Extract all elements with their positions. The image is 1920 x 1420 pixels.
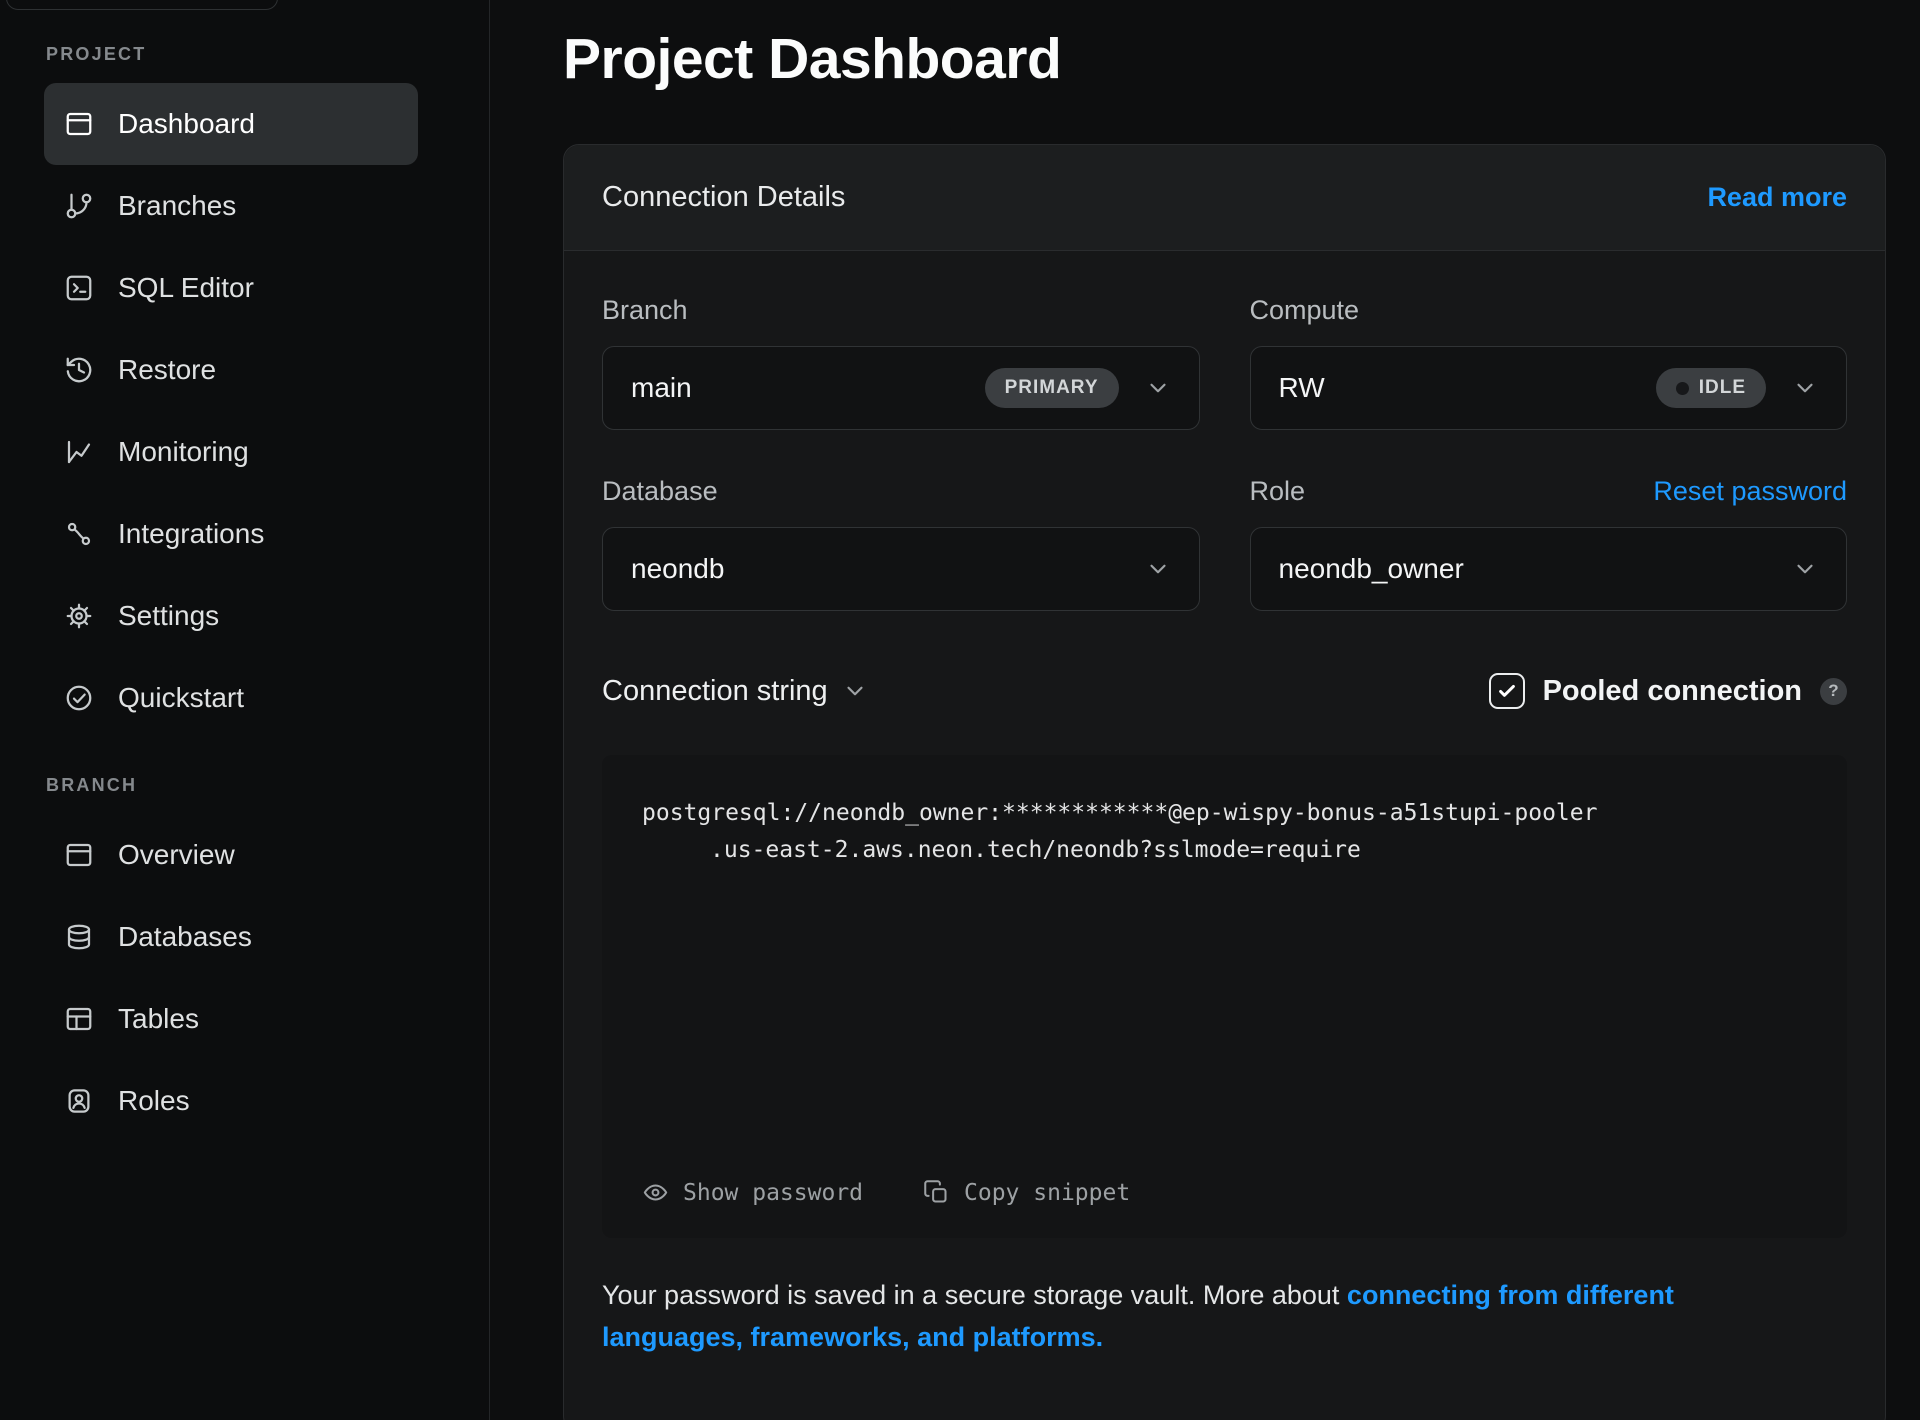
chevron-down-icon <box>1792 375 1818 401</box>
connection-string-row: Connection string Pooled connection ? <box>602 673 1847 709</box>
sidebar-item-quickstart[interactable]: Quickstart <box>44 657 418 739</box>
pooled-connection-checkbox[interactable] <box>1489 673 1525 709</box>
sidebar-item-branches[interactable]: Branches <box>44 165 418 247</box>
sidebar-item-sql-editor[interactable]: SQL Editor <box>44 247 418 329</box>
dashboard-icon <box>64 109 94 139</box>
sidebar-item-roles[interactable]: Roles <box>44 1060 418 1142</box>
connection-fields-grid: Branch main PRIMARY <box>602 295 1847 611</box>
database-label: Database <box>602 476 718 507</box>
database-value: neondb <box>631 553 724 585</box>
sidebar-top-item-edge <box>6 0 278 10</box>
compute-field: Compute RW IDLE <box>1250 295 1848 430</box>
connection-string-code-block: postgresql://neondb_owner:************@e… <box>602 755 1847 1238</box>
sidebar-item-settings[interactable]: Settings <box>44 575 418 657</box>
chevron-down-icon <box>1145 375 1171 401</box>
branches-icon <box>64 191 94 221</box>
sidebar-item-label: Tables <box>118 1003 199 1035</box>
card-header: Connection Details Read more <box>564 145 1885 251</box>
role-label: Role <box>1250 476 1306 507</box>
roles-user-icon <box>64 1086 94 1116</box>
sidebar-item-integrations[interactable]: Integrations <box>44 493 418 575</box>
chevron-down-icon <box>1792 556 1818 582</box>
primary-badge: PRIMARY <box>985 368 1119 408</box>
show-password-button[interactable]: Show password <box>642 1179 863 1206</box>
databases-icon <box>64 922 94 952</box>
integrations-icon <box>64 519 94 549</box>
compute-value: RW <box>1279 372 1325 404</box>
sidebar-item-monitoring[interactable]: Monitoring <box>44 411 418 493</box>
sidebar-item-label: SQL Editor <box>118 272 254 304</box>
sidebar-item-label: Databases <box>118 921 252 953</box>
note-text: Your password is saved in a secure stora… <box>602 1280 1347 1310</box>
section-title-branch: BRANCH <box>46 775 461 796</box>
card-body: Branch main PRIMARY <box>564 251 1885 1420</box>
copy-icon <box>923 1179 950 1206</box>
pooled-connection-label[interactable]: Pooled connection <box>1543 675 1802 708</box>
sidebar-item-restore[interactable]: Restore <box>44 329 418 411</box>
branch-value: main <box>631 372 692 404</box>
sql-editor-icon <box>64 273 94 303</box>
copy-snippet-button[interactable]: Copy snippet <box>923 1179 1130 1206</box>
password-vault-note: Your password is saved in a secure stora… <box>602 1274 1762 1358</box>
role-field: Role Reset password neondb_owner <box>1250 476 1848 611</box>
sidebar-item-label: Branches <box>118 190 236 222</box>
sidebar-section-branch: BRANCH Overview Databases Tables <box>44 775 461 1142</box>
page-title: Project Dashboard <box>563 26 1886 92</box>
idle-status-dot <box>1676 382 1689 395</box>
quickstart-check-icon <box>64 683 94 713</box>
monitoring-icon <box>64 437 94 467</box>
database-field: Database neondb <box>602 476 1200 611</box>
sidebar-item-tables[interactable]: Tables <box>44 978 418 1060</box>
main-content: Project Dashboard Connection Details Rea… <box>490 0 1920 1420</box>
role-select[interactable]: neondb_owner <box>1250 527 1848 611</box>
sidebar-item-label: Overview <box>118 839 235 871</box>
section-title-project: PROJECT <box>46 44 461 65</box>
pooled-connection-group: Pooled connection ? <box>1489 673 1847 709</box>
code-actions: Show password Copy snippet <box>602 1179 1847 1238</box>
branch-label: Branch <box>602 295 688 326</box>
compute-select[interactable]: RW IDLE <box>1250 346 1848 430</box>
chevron-down-icon <box>842 678 868 704</box>
help-icon[interactable]: ? <box>1820 678 1847 705</box>
compute-label: Compute <box>1250 295 1360 326</box>
sidebar-item-label: Settings <box>118 600 219 632</box>
card-title: Connection Details <box>602 181 845 214</box>
connection-string-line-1: postgresql://neondb_owner:************@e… <box>642 795 1807 832</box>
read-more-link[interactable]: Read more <box>1707 182 1847 213</box>
reset-password-link[interactable]: Reset password <box>1653 476 1847 507</box>
sidebar-item-databases[interactable]: Databases <box>44 896 418 978</box>
database-select[interactable]: neondb <box>602 527 1200 611</box>
sidebar-section-project: PROJECT Dashboard Branches SQL Editor <box>44 44 461 739</box>
connection-details-card: Connection Details Read more Branch main… <box>563 144 1886 1420</box>
branch-select[interactable]: main PRIMARY <box>602 346 1200 430</box>
branch-field: Branch main PRIMARY <box>602 295 1200 430</box>
sidebar-item-label: Restore <box>118 354 216 386</box>
overview-icon <box>64 840 94 870</box>
sidebar-item-label: Roles <box>118 1085 190 1117</box>
sidebar: PROJECT Dashboard Branches SQL Editor <box>0 0 490 1420</box>
settings-gear-icon <box>64 601 94 631</box>
sidebar-item-label: Monitoring <box>118 436 249 468</box>
tables-icon <box>64 1004 94 1034</box>
role-value: neondb_owner <box>1279 553 1464 585</box>
eye-icon <box>642 1179 669 1206</box>
idle-status-badge: IDLE <box>1656 368 1766 408</box>
sidebar-item-label: Dashboard <box>118 108 255 140</box>
sidebar-item-overview[interactable]: Overview <box>44 814 418 896</box>
checkmark-icon <box>1496 680 1518 702</box>
app-window: PROJECT Dashboard Branches SQL Editor <box>0 0 1920 1420</box>
sidebar-item-label: Quickstart <box>118 682 244 714</box>
restore-icon <box>64 355 94 385</box>
sidebar-item-label: Integrations <box>118 518 264 550</box>
sidebar-item-dashboard[interactable]: Dashboard <box>44 83 418 165</box>
connection-string-dropdown[interactable]: Connection string <box>602 675 868 708</box>
chevron-down-icon <box>1145 556 1171 582</box>
connection-string-label: Connection string <box>602 675 828 708</box>
connection-string-line-2: .us-east-2.aws.neon.tech/neondb?sslmode=… <box>642 832 1807 869</box>
